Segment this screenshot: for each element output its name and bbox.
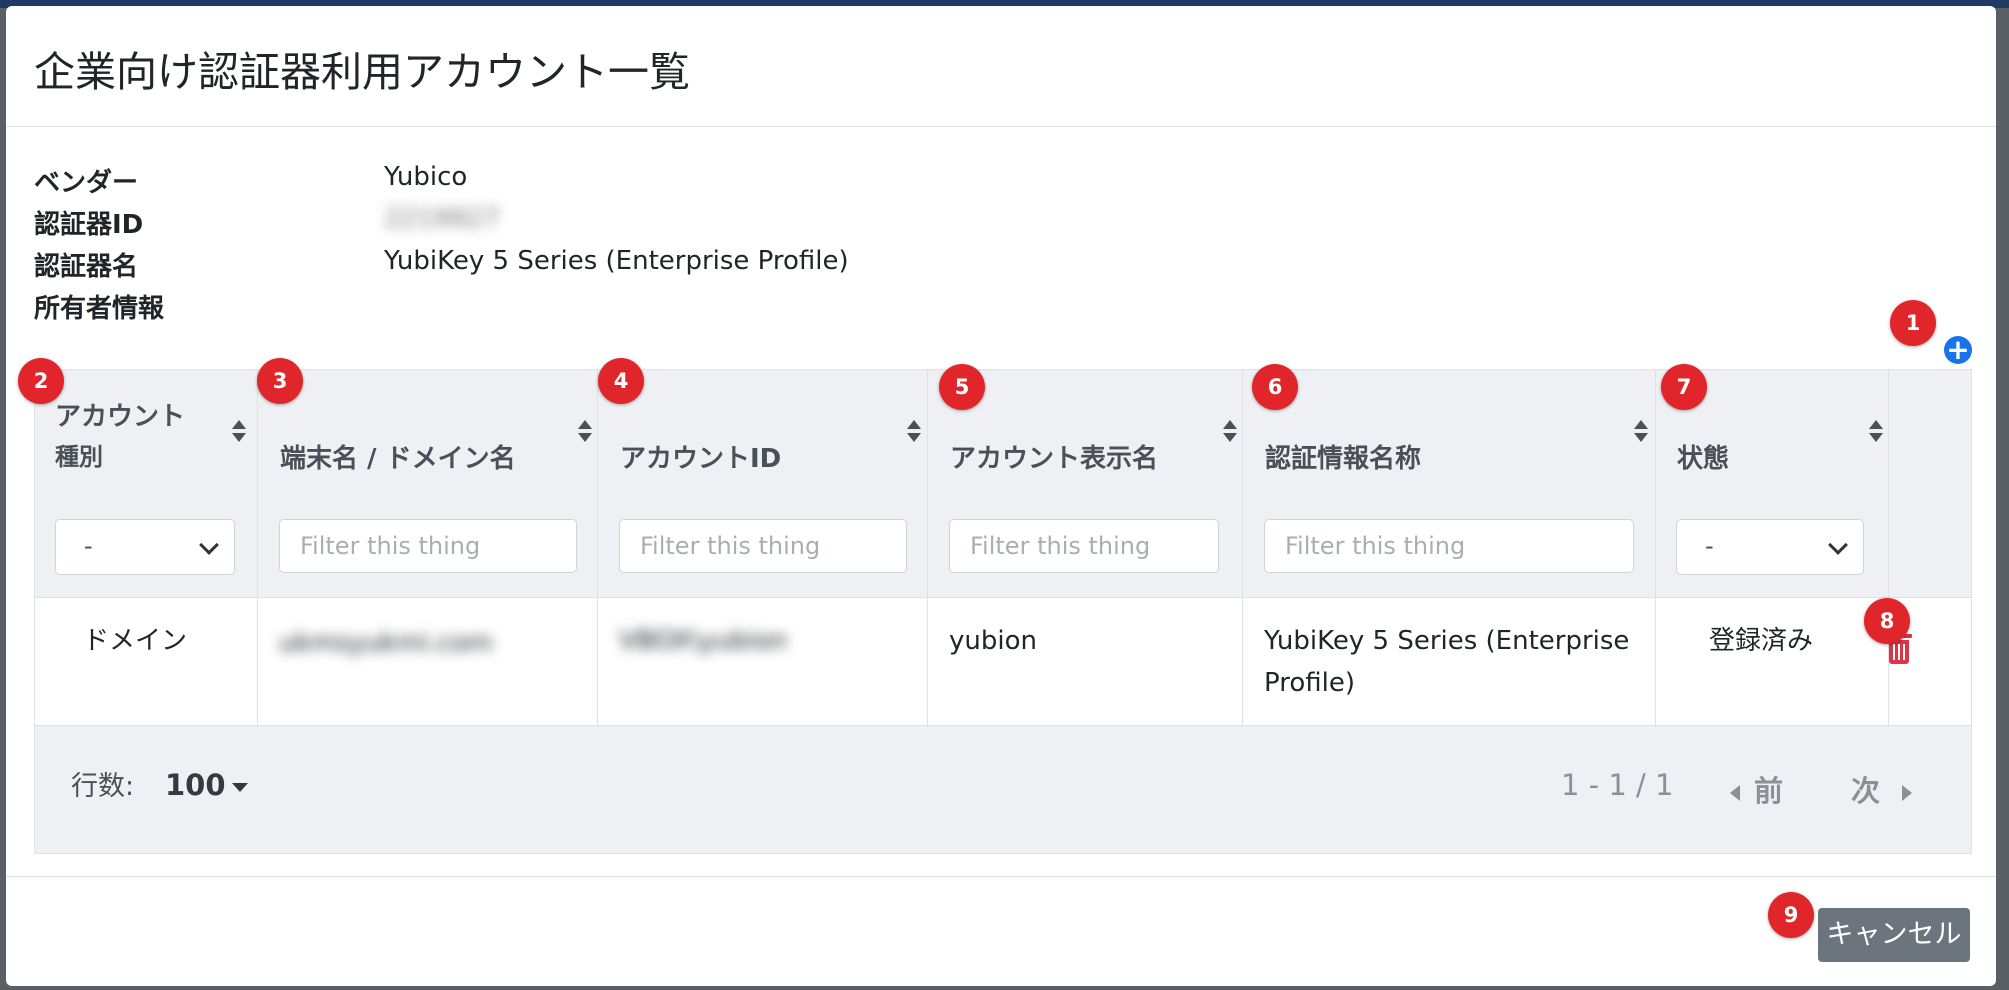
chevron-down-icon	[1828, 535, 1848, 555]
column-header-account-type[interactable]: アカウント 種別	[55, 396, 185, 472]
annotation-badge: 1	[1890, 300, 1936, 346]
rows-per-page-value: 100	[165, 768, 226, 802]
rows-per-page-dropdown[interactable]: 100	[165, 768, 248, 802]
annotation-badge: 9	[1768, 892, 1814, 938]
cell-account-type: ドメイン	[83, 626, 188, 656]
info-key: 所有者情報	[34, 294, 165, 324]
info-row-vendor: ベンダー Yubico	[34, 158, 934, 200]
cell-line: YubiKey 5 Series (Enterprise	[1264, 626, 1630, 656]
column-divider	[257, 370, 258, 726]
column-header-device-domain[interactable]: 端末名 / ドメイン名	[280, 438, 516, 475]
accounts-table: アカウント 種別 端末名 / ドメイン名 アカウントID アカウント表示名 認証…	[34, 369, 1972, 854]
next-page-button[interactable]: 次	[1851, 768, 1913, 810]
sort-icon[interactable]	[907, 420, 921, 444]
next-label: 次	[1851, 774, 1881, 808]
info-row-authenticator-id: 認証器ID 2219927	[34, 200, 934, 242]
info-value: YubiKey 5 Series (Enterprise Profile)	[384, 246, 849, 276]
cell-device-domain-blurred: ukmsyukmi.com	[279, 628, 493, 658]
sort-icon[interactable]	[1869, 420, 1883, 444]
info-key: 認証器ID	[34, 210, 144, 240]
cell-credential-name: YubiKey 5 Series (Enterprise Profile)	[1264, 620, 1629, 704]
cell-line: Profile)	[1264, 668, 1355, 698]
sort-icon[interactable]	[1634, 420, 1648, 444]
column-divider	[927, 370, 928, 726]
cell-display-name: yubion	[949, 626, 1037, 656]
info-key: ベンダー	[34, 168, 139, 198]
column-divider	[1242, 370, 1243, 726]
table-filter-row: - -	[35, 497, 1971, 598]
status-filter-select[interactable]: -	[1676, 519, 1864, 575]
column-divider	[597, 370, 598, 726]
annotation-badge: 2	[18, 358, 64, 404]
caret-down-icon	[231, 782, 248, 792]
accounts-modal: 企業向け認証器利用アカウント一覧 ベンダー Yubico 認証器ID 22199…	[6, 6, 1996, 986]
info-value-blurred: 2219927	[384, 204, 500, 234]
column-header-status[interactable]: 状態	[1677, 438, 1729, 475]
info-value: Yubico	[384, 162, 468, 192]
modal-header: 企業向け認証器利用アカウント一覧	[6, 6, 1996, 127]
display-name-filter-input[interactable]	[949, 519, 1219, 573]
device-domain-filter-input[interactable]	[279, 519, 577, 573]
table-footer: 行数: 100 1 - 1 / 1 前 次	[35, 726, 1971, 853]
column-divider	[1655, 370, 1656, 726]
annotation-badge: 5	[939, 364, 985, 410]
info-row-owner: 所有者情報	[34, 284, 934, 326]
info-row-authenticator-name: 認証器名 YubiKey 5 Series (Enterprise Profil…	[34, 242, 934, 284]
info-key: 認証器名	[34, 252, 139, 282]
caret-right-icon	[1902, 785, 1913, 801]
cell-account-id-blurred: VBOX\yubion	[619, 626, 788, 656]
plus-circle-icon[interactable]: +	[1944, 336, 1972, 364]
modal-title: 企業向け認証器利用アカウント一覧	[34, 48, 690, 96]
annotation-badge: 7	[1661, 364, 1707, 410]
sort-icon[interactable]	[1223, 420, 1237, 444]
modal-footer	[6, 876, 1996, 986]
annotation-badge: 3	[257, 358, 303, 404]
prev-label: 前	[1754, 774, 1784, 808]
credential-name-filter-input[interactable]	[1264, 519, 1634, 573]
column-divider	[1888, 370, 1889, 726]
table-row: ドメイン ukmsyukmi.com VBOX\yubion yubion Yu…	[35, 598, 1971, 726]
account-id-filter-input[interactable]	[619, 519, 907, 573]
column-header-display-name[interactable]: アカウント表示名	[950, 438, 1158, 475]
chevron-down-icon	[199, 535, 219, 555]
account-type-filter-select[interactable]: -	[55, 519, 235, 575]
sort-icon[interactable]	[232, 420, 246, 444]
prev-page-button[interactable]: 前	[1730, 768, 1783, 810]
select-value: -	[84, 532, 93, 560]
cell-status: 登録済み	[1709, 626, 1814, 656]
caret-left-icon	[1730, 785, 1740, 801]
sort-icon[interactable]	[578, 420, 592, 444]
column-header-credential-name[interactable]: 認証情報名称	[1265, 438, 1421, 475]
annotation-badge: 6	[1252, 364, 1298, 410]
header-line: 種別	[55, 443, 103, 471]
column-header-account-id[interactable]: アカウントID	[620, 438, 781, 475]
cancel-button[interactable]: キャンセル	[1818, 908, 1970, 962]
authenticator-info: ベンダー Yubico 認証器ID 2219927 認証器名 YubiKey 5…	[34, 158, 934, 326]
annotation-badge: 4	[598, 358, 644, 404]
annotation-badge: 8	[1864, 598, 1910, 644]
header-line: アカウント	[55, 402, 186, 432]
rows-per-page-label: 行数:	[71, 771, 135, 802]
pagination-range: 1 - 1 / 1	[1561, 768, 1674, 802]
trash-can	[1889, 640, 1909, 664]
select-value: -	[1705, 532, 1714, 560]
